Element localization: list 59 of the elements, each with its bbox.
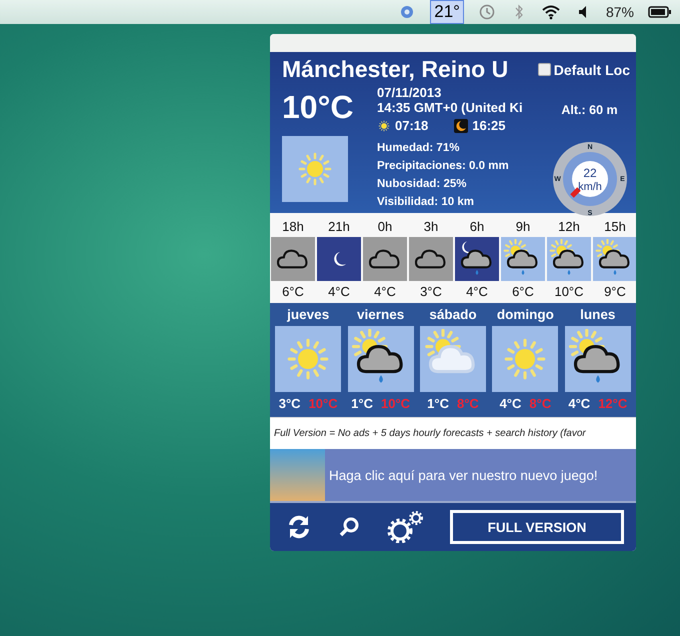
moon-icon [332, 252, 346, 266]
menu-bar-temperature[interactable]: 21° [430, 0, 464, 24]
forecast-hour: 0h [378, 219, 392, 234]
low-temperature: 4°C [568, 396, 590, 411]
hourly-temperature: 6°C [282, 284, 304, 299]
photo-placeholder [270, 449, 325, 501]
low-temperature: 3°C [278, 396, 301, 411]
weather-detail: Humedad: 71% [377, 141, 460, 156]
hourly-temperature: 10°C [554, 284, 584, 299]
weather-detail: Visibilidad: 10 km [377, 195, 475, 210]
city-name: Mánchester, Reino U [282, 56, 508, 83]
high-temperature: 10°C [308, 396, 338, 411]
wifi-icon[interactable] [542, 4, 560, 20]
settings-button[interactable] [386, 511, 424, 543]
high-temperature: 8°C [529, 396, 552, 411]
altitude: Alt.: 60 m [561, 103, 618, 117]
hourly-temperature: 4°C [328, 284, 350, 299]
low-temperature: 4°C [500, 396, 522, 411]
promo-text: Full Version = No ads + 5 days hourly forecasts + search history (favor [270, 417, 636, 449]
sunrise-time: 07:18 [395, 118, 428, 133]
forecast-hour: 21h [328, 219, 350, 234]
ad-text[interactable]: Haga clic aquí para ver nuestro nuevo juego! [329, 468, 598, 482]
clock-icon[interactable] [478, 4, 496, 20]
hourly-temperature: 4°C [466, 284, 488, 299]
hourly-temperature: 6°C [512, 284, 534, 299]
high-temperature: 8°C [456, 396, 479, 411]
search-button[interactable] [338, 516, 360, 538]
low-temperature: 1°C [351, 396, 373, 411]
current-temperature: 10°C [282, 89, 354, 126]
day-name: lunes [580, 307, 616, 322]
forecast-hour: 3h [424, 219, 438, 234]
date: 07/11/2013 [377, 85, 442, 100]
forecast-hour: 12h [558, 219, 580, 234]
forecast-hour: 15h [604, 219, 626, 234]
hourly-temperature: 3°C [420, 284, 442, 299]
day-name: viernes [356, 307, 404, 322]
day-name: sábado [429, 307, 477, 322]
weather-detail: Precipitaciones: 0.0 mm [377, 159, 510, 174]
battery-percentage: 87% [606, 4, 634, 20]
sunset-time: 16:25 [472, 118, 506, 133]
ad-banner[interactable]: Haga clic aquí para ver nuestro nuevo juego! [270, 449, 636, 501]
forecast-hour: 6h [470, 219, 484, 234]
local-time: 14:35 GMT+0 (United Ki [377, 100, 524, 115]
moon-icon [454, 118, 468, 132]
default-location-checkbox[interactable]: Default Loc [538, 62, 630, 78]
full-version-button[interactable]: FULL VERSION [450, 510, 624, 544]
day-name: domingo [496, 307, 554, 322]
high-temperature: 10°C [380, 396, 410, 411]
day-name: jueves [287, 307, 330, 322]
hourly-temperature: 4°C [374, 284, 396, 299]
refresh-button[interactable] [286, 514, 312, 540]
forecast-hour: 18h [282, 219, 304, 234]
hourly-temperature: 9°C [604, 284, 626, 299]
weather-detail: Nubosidad: 25% [377, 177, 468, 192]
battery-icon[interactable] [648, 4, 672, 20]
forecast-hour: 9h [516, 219, 530, 234]
high-temperature: 12°C [598, 396, 628, 411]
sunrise-icon [377, 118, 391, 132]
low-temperature: 1°C [427, 396, 449, 411]
